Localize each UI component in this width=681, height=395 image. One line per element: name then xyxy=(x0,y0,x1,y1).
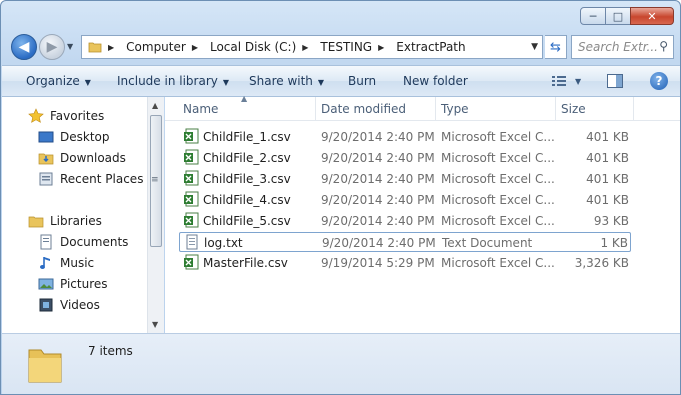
chevron-down-icon: ▼ xyxy=(575,76,582,86)
file-row[interactable]: ChildFile_5.csv 9/20/2014 2:40 PM Micros… xyxy=(179,211,631,231)
refresh-button[interactable]: ⇆ xyxy=(545,35,567,59)
star-icon xyxy=(28,108,44,124)
navigation-bar: ◀ ▶ ▼ ▶ Computer ▶ Local Disk (C:) ▶ TES… xyxy=(9,33,674,61)
search-input[interactable]: Search Extr... ⚲ xyxy=(571,35,674,59)
text-file-icon xyxy=(186,234,198,250)
refresh-icon: ⇆ xyxy=(550,39,561,55)
view-list-icon xyxy=(552,76,566,86)
documents-icon xyxy=(38,234,54,250)
sidebar-item-videos[interactable]: Videos xyxy=(38,296,100,314)
excel-csv-icon xyxy=(184,128,199,144)
breadcrumb-separator[interactable]: ▶ xyxy=(302,43,314,52)
music-note-icon xyxy=(38,255,54,271)
breadcrumb-extractpath[interactable]: ExtractPath xyxy=(396,40,465,54)
excel-csv-icon xyxy=(184,212,199,228)
file-row[interactable]: ChildFile_4.csv 9/20/2014 2:40 PM Micros… xyxy=(179,190,631,210)
breadcrumb-separator[interactable]: ▶ xyxy=(378,43,390,52)
arrow-right-icon: ▶ xyxy=(46,39,58,55)
command-bar: Organize ▼ Include in library ▼ Share with… xyxy=(2,65,680,97)
folder-icon xyxy=(28,349,62,383)
breadcrumb-separator[interactable]: ▶ xyxy=(192,43,204,52)
arrow-left-icon: ◀ xyxy=(18,39,30,55)
column-name[interactable]: Name xyxy=(183,102,218,116)
navigation-pane: Favorites Desktop Downloads Recent Place… xyxy=(2,97,164,333)
maximize-button[interactable]: □ xyxy=(605,7,631,25)
close-button[interactable]: ✕ xyxy=(630,7,674,25)
forward-button[interactable]: ▶ xyxy=(39,34,65,60)
sidebar-favorites[interactable]: Favorites xyxy=(28,107,104,125)
organize-menu[interactable]: Organize ▼ xyxy=(26,74,91,88)
file-row[interactable]: MasterFile.csv 9/19/2014 5:29 PM Microso… xyxy=(179,253,631,273)
search-placeholder: Search Extr... xyxy=(578,40,658,54)
chevron-down-icon: ▼ xyxy=(84,78,91,87)
minimize-button[interactable]: ─ xyxy=(580,7,606,25)
breadcrumb-separator[interactable]: ▶ xyxy=(108,43,120,52)
help-button[interactable]: ? xyxy=(650,72,668,90)
file-list: ▲ Name Date modified Type Size ChildFile… xyxy=(165,94,680,333)
chevron-down-icon: ▼ xyxy=(317,78,325,87)
burn-button[interactable]: Burn xyxy=(348,74,376,88)
sidebar-item-pictures[interactable]: Pictures xyxy=(38,275,108,293)
caption-buttons: ─ □ ✕ xyxy=(580,7,674,25)
address-bar[interactable]: ▶ Computer ▶ Local Disk (C:) ▶ TESTING ▶… xyxy=(81,35,543,59)
column-date-modified[interactable]: Date modified xyxy=(321,102,406,116)
scroll-grip-icon: ≡ xyxy=(151,175,159,185)
breadcrumb-computer[interactable]: Computer xyxy=(126,40,186,54)
excel-csv-icon xyxy=(184,170,199,186)
scroll-up-icon[interactable]: ▲ xyxy=(152,101,158,110)
recent-pages-dropdown[interactable]: ▼ xyxy=(67,42,73,51)
sidebar-item-documents[interactable]: Documents xyxy=(38,233,128,251)
item-count: 7 items xyxy=(88,344,133,358)
sidebar-item-recent-places[interactable]: Recent Places xyxy=(38,170,143,188)
downloads-folder-icon xyxy=(38,150,54,166)
sidebar-libraries[interactable]: Libraries xyxy=(28,212,102,230)
libraries-icon xyxy=(28,213,44,229)
desktop-icon xyxy=(38,129,54,145)
back-button[interactable]: ◀ xyxy=(11,34,37,60)
preview-pane-icon xyxy=(607,74,623,88)
breadcrumb-testing[interactable]: TESTING xyxy=(320,40,372,54)
include-in-library-menu[interactable]: Include in library ▼ xyxy=(117,74,229,88)
excel-csv-icon xyxy=(184,191,199,207)
navigation-pane-scrollbar[interactable]: ▲ ≡ ▼ xyxy=(147,97,164,333)
address-history-dropdown[interactable]: ▼ xyxy=(531,42,538,52)
breadcrumb-local-disk[interactable]: Local Disk (C:) xyxy=(210,40,296,54)
recent-places-icon xyxy=(38,171,54,187)
explorer-window: ─ □ ✕ ◀ ▶ ▼ ▶ Computer ▶ Local Disk (C:)… xyxy=(0,0,681,395)
file-row[interactable]: ChildFile_3.csv 9/20/2014 2:40 PM Micros… xyxy=(179,169,631,189)
videos-icon xyxy=(38,297,54,313)
pictures-icon xyxy=(38,276,54,292)
scroll-down-icon[interactable]: ▼ xyxy=(152,320,158,329)
column-header-row: ▲ Name Date modified Type Size xyxy=(165,94,680,121)
file-row[interactable]: ChildFile_1.csv 9/20/2014 2:40 PM Micros… xyxy=(179,127,631,147)
sort-ascending-icon: ▲ xyxy=(241,94,248,103)
column-type[interactable]: Type xyxy=(441,102,469,116)
chevron-down-icon: ▼ xyxy=(222,78,230,87)
excel-csv-icon xyxy=(184,254,199,270)
sidebar-item-downloads[interactable]: Downloads xyxy=(38,149,126,167)
sidebar-item-desktop[interactable]: Desktop xyxy=(38,128,110,146)
search-icon: ⚲ xyxy=(659,39,668,53)
change-view-button[interactable]: ▼ xyxy=(551,73,581,89)
file-row[interactable]: ChildFile_2.csv 9/20/2014 2:40 PM Micros… xyxy=(179,148,631,168)
sidebar-item-music[interactable]: Music xyxy=(38,254,94,272)
share-with-menu[interactable]: Share with ▼ xyxy=(249,74,324,88)
column-size[interactable]: Size xyxy=(561,102,586,116)
address-folder-icon xyxy=(88,40,102,54)
new-folder-button[interactable]: New folder xyxy=(403,74,468,88)
file-row[interactable]: log.txt 9/20/2014 2:40 PM Text Document … xyxy=(179,232,631,252)
excel-csv-icon xyxy=(184,149,199,165)
preview-pane-button[interactable] xyxy=(607,73,623,89)
details-pane: 7 items xyxy=(2,333,680,394)
